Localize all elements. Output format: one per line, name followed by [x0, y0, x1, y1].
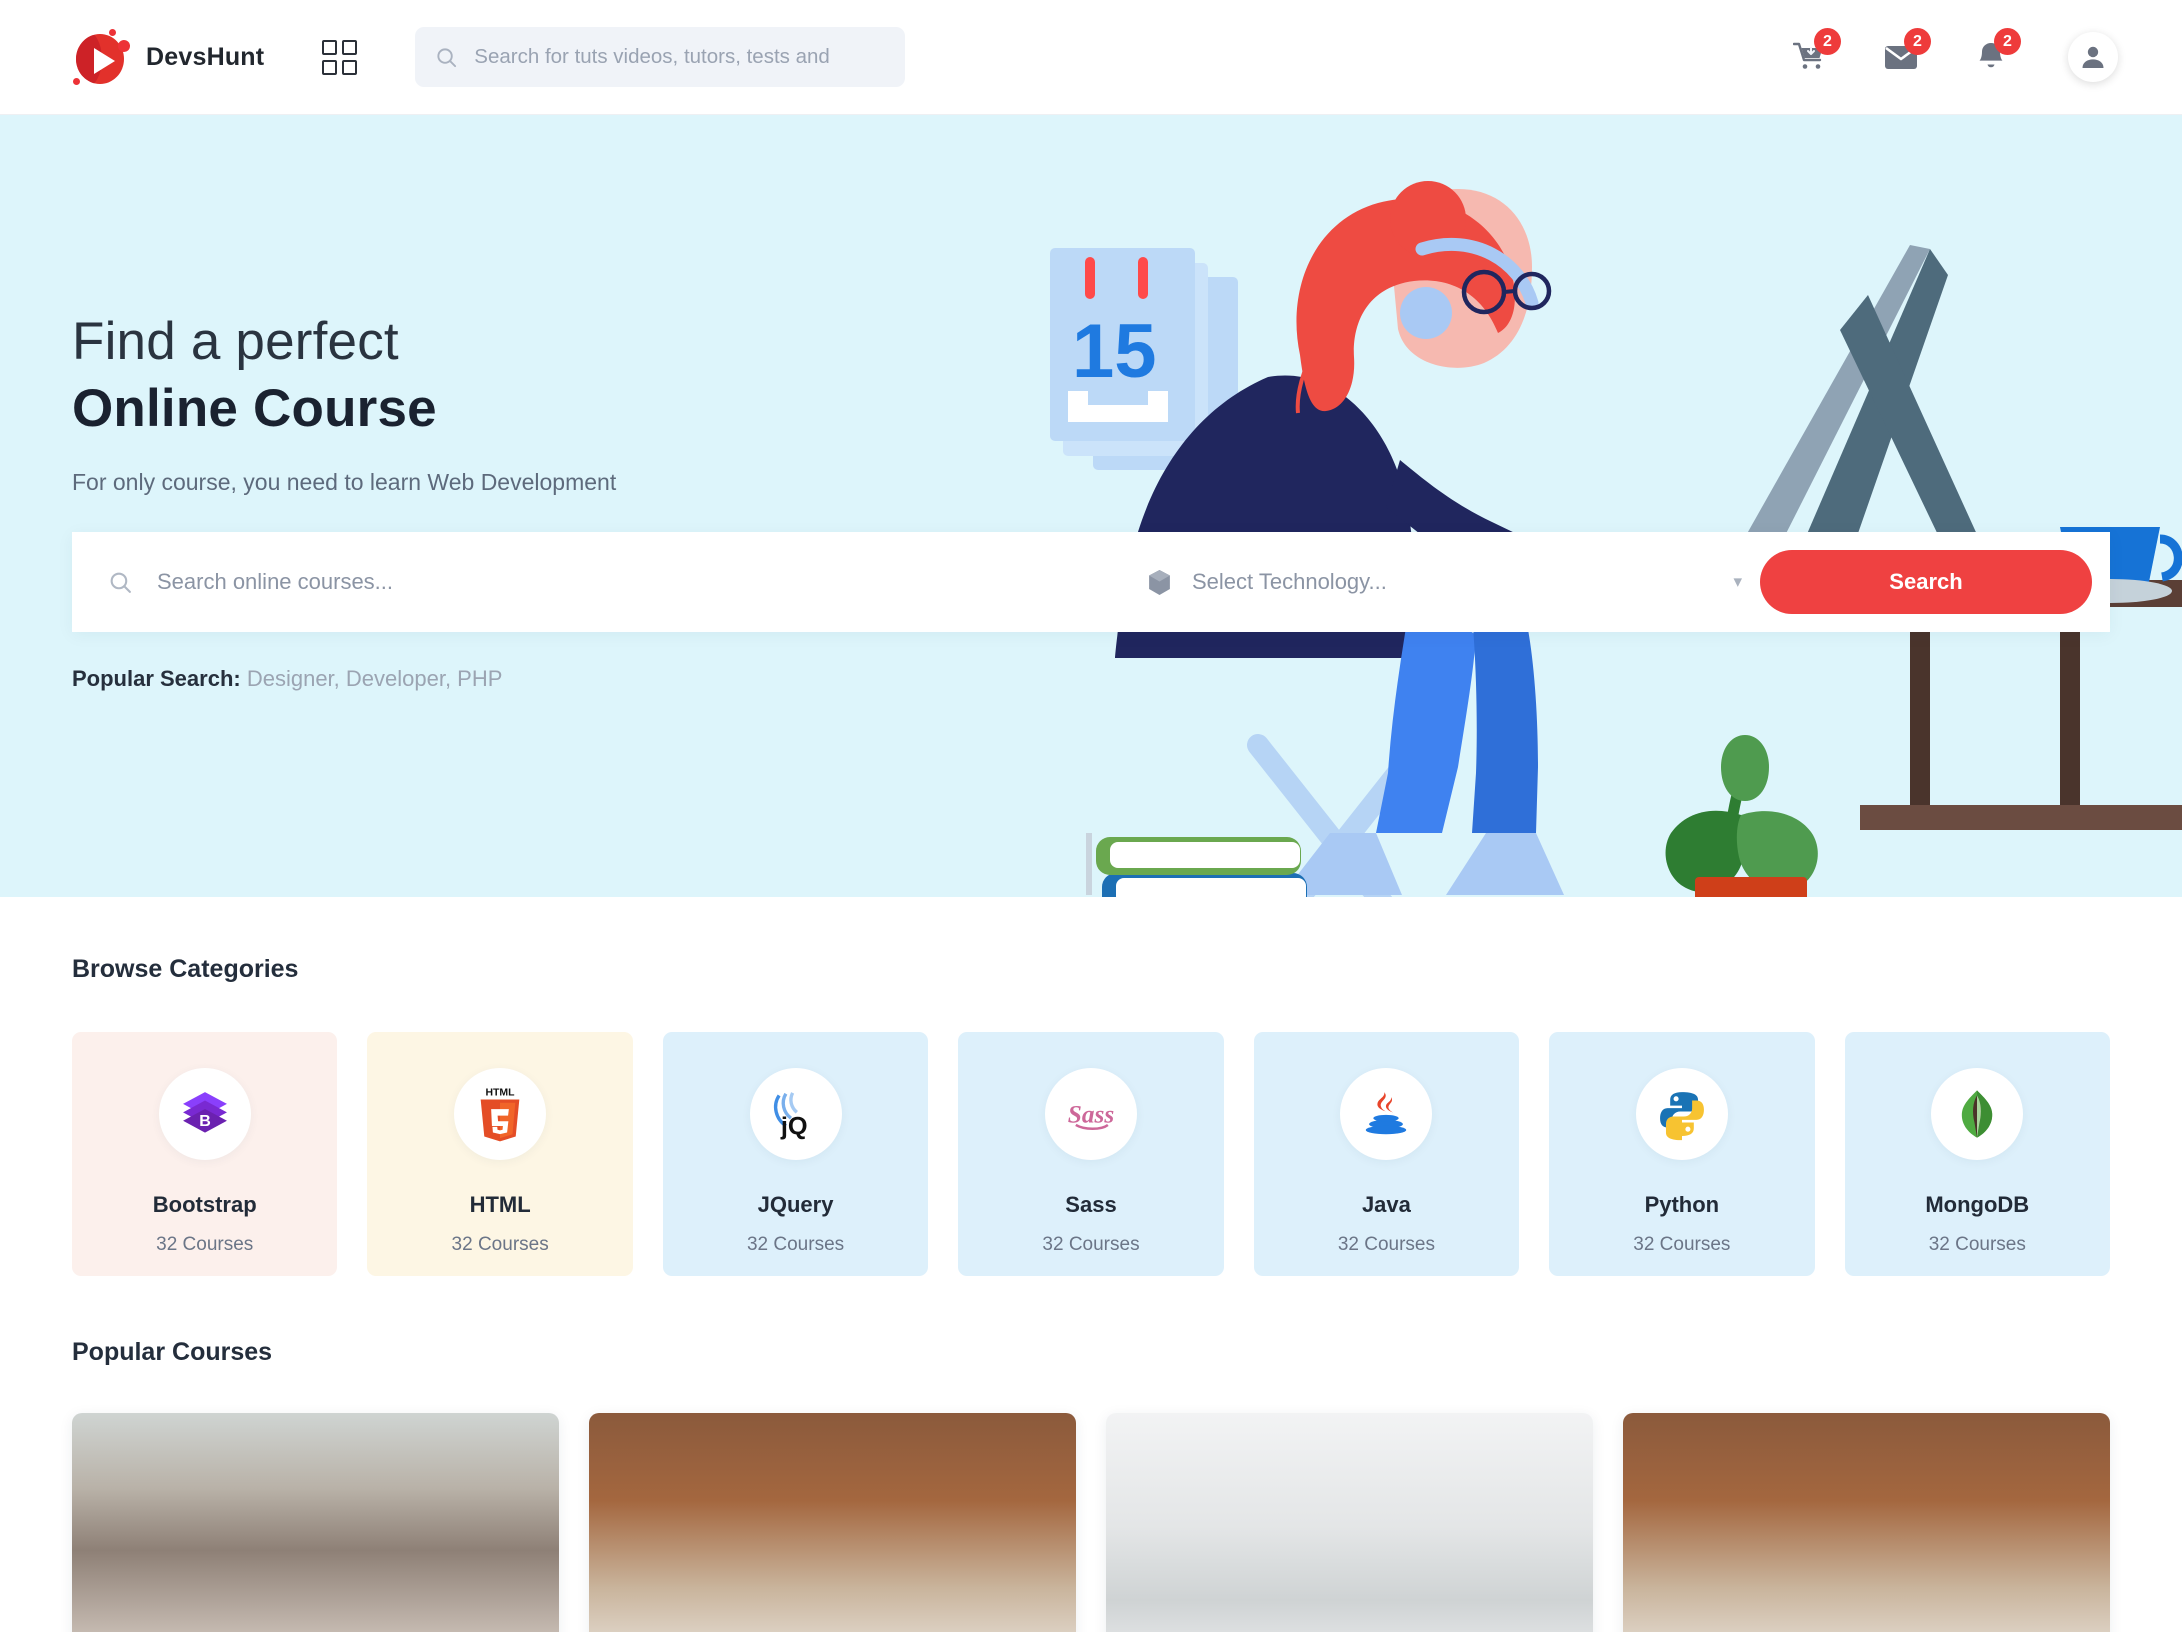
category-course-count: 32 Courses: [1928, 1234, 2026, 1255]
hero-content: Find a perfect Online Course For only co…: [0, 311, 2182, 692]
category-course-count: 32 Courses: [451, 1234, 549, 1255]
course-thumbnail: [1106, 1413, 1593, 1632]
bootstrap-logo-icon: B: [158, 1068, 251, 1160]
category-course-count: 32 Courses: [1633, 1234, 1731, 1255]
category-card-mongodb[interactable]: MongoDB 32 Courses: [1844, 1032, 2110, 1276]
user-avatar[interactable]: [2068, 32, 2118, 82]
course-search-field[interactable]: Search online courses...: [72, 569, 1082, 595]
category-card-grid: B Bootstrap 32 Courses HTML HTML 32 Cours…: [72, 1032, 2110, 1276]
category-card-jquery[interactable]: jQ JQuery 32 Courses: [662, 1032, 929, 1276]
notifications-button[interactable]: 2: [1970, 28, 2021, 77]
course-card[interactable]: [72, 1413, 559, 1632]
category-name: Bootstrap: [152, 1192, 257, 1217]
course-card[interactable]: [1106, 1413, 1593, 1632]
category-course-count: 32 Courses: [1042, 1234, 1140, 1255]
course-search-placeholder: Search online courses...: [157, 569, 394, 594]
brand-name: DevsHunt: [146, 42, 265, 71]
search-icon: [437, 47, 457, 67]
category-name: MongoDB: [1925, 1192, 2030, 1217]
cart-button[interactable]: 2: [1790, 28, 1841, 77]
course-card[interactable]: [589, 1413, 1076, 1632]
category-name: JQuery: [757, 1192, 834, 1217]
hero-search-button[interactable]: Search: [1760, 550, 2092, 614]
svg-text:B: B: [199, 1112, 211, 1130]
category-card-java[interactable]: Java 32 Courses: [1253, 1032, 1520, 1276]
hero-subtitle: For only course, you need to learn Web D…: [72, 469, 617, 495]
global-search-placeholder: Search for tuts videos, tutors, tests an…: [474, 45, 830, 68]
jquery-logo-icon: jQ: [749, 1068, 842, 1160]
global-search-box[interactable]: Search for tuts videos, tutors, tests an…: [415, 27, 906, 87]
python-logo-icon: [1635, 1068, 1728, 1160]
hero-banner: 15 Find a perfect Online Course For only…: [0, 115, 2182, 897]
category-name: Sass: [1065, 1192, 1117, 1217]
svg-text:jQ: jQ: [779, 1112, 807, 1140]
category-name: Python: [1644, 1192, 1720, 1217]
cube-icon: [1149, 569, 1170, 595]
nav-actions: 2 2 2: [1790, 28, 2118, 82]
user-avatar-icon: [2082, 46, 2104, 68]
play-circle-logo-icon: [70, 26, 132, 88]
course-thumbnail: [72, 1413, 559, 1632]
course-card-grid: [72, 1413, 2110, 1632]
hero-search-bar: Search online courses... Select Technolo…: [72, 532, 2110, 632]
notifications-badge: 2: [1994, 28, 2021, 55]
category-course-count: 32 Courses: [1337, 1234, 1435, 1255]
grid-apps-icon[interactable]: [322, 39, 358, 75]
top-navigation-bar: DevsHunt Search for tuts videos, tutors,…: [0, 0, 2182, 115]
popular-search: Popular Search: Designer, Developer, PHP: [72, 666, 2182, 692]
sass-logo-icon: Sass: [1044, 1068, 1137, 1160]
browse-categories-section: Browse Categories B Bootstrap 32 Courses…: [0, 897, 2182, 1276]
messages-button[interactable]: 2: [1880, 28, 1931, 77]
svg-text:HTML: HTML: [486, 1087, 516, 1098]
brand-logo[interactable]: DevsHunt: [70, 26, 264, 88]
search-icon: [110, 572, 131, 593]
category-card-html[interactable]: HTML HTML 32 Courses: [367, 1032, 633, 1276]
popular-search-terms[interactable]: Designer, Developer, PHP: [247, 666, 503, 691]
course-card[interactable]: [1623, 1413, 2110, 1632]
hero-title-line1: Find a perfect: [72, 312, 399, 371]
course-thumbnail: [589, 1413, 1076, 1632]
course-thumbnail: [1623, 1413, 2110, 1632]
messages-badge: 2: [1904, 28, 1931, 55]
popular-courses-title: Popular Courses: [72, 1338, 273, 1366]
browse-categories-title: Browse Categories: [72, 955, 299, 983]
popular-courses-section: Popular Courses: [0, 1276, 2182, 1632]
html5-logo-icon: HTML: [454, 1068, 547, 1160]
java-logo-icon: [1340, 1068, 1433, 1160]
cart-badge: 2: [1814, 28, 1841, 55]
svg-text:Sass: Sass: [1068, 1100, 1115, 1128]
category-card-sass[interactable]: Sass Sass 32 Courses: [958, 1032, 1224, 1276]
popular-search-label: Popular Search:: [72, 666, 241, 691]
category-name: Java: [1361, 1192, 1411, 1217]
chevron-down-icon[interactable]: ▾: [1733, 572, 1760, 592]
category-course-count: 32 Courses: [746, 1234, 845, 1255]
mongodb-logo-icon: [1931, 1068, 2024, 1160]
technology-placeholder: Select Technology...: [1192, 569, 1387, 594]
technology-select[interactable]: Select Technology... ▾: [1083, 569, 1760, 596]
category-card-bootstrap[interactable]: B Bootstrap 32 Courses: [72, 1032, 338, 1276]
category-name: HTML: [469, 1192, 531, 1217]
category-card-python[interactable]: Python 32 Courses: [1549, 1032, 1815, 1276]
hero-title-line2: Online Course: [72, 379, 437, 438]
category-course-count: 32 Courses: [156, 1234, 254, 1255]
